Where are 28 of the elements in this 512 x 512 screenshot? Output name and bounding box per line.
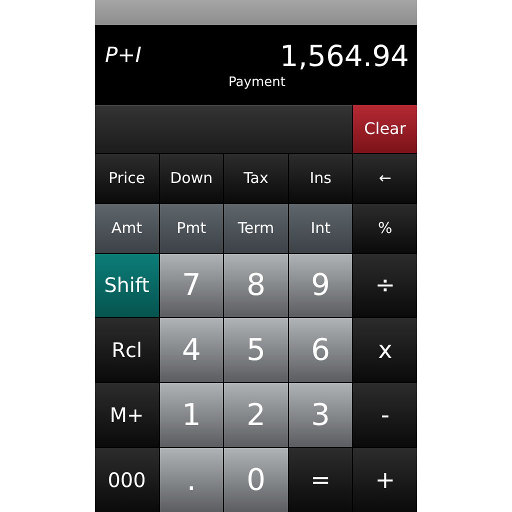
function-key[interactable]: Ins <box>288 154 352 203</box>
digit-key[interactable]: . <box>160 448 224 512</box>
digit-key[interactable]: 1 <box>160 383 224 448</box>
operator-key[interactable]: % <box>353 204 417 253</box>
function-key[interactable]: M+ <box>95 383 159 448</box>
operator-key[interactable]: + <box>353 448 417 512</box>
display-value: 1,564.94 <box>280 38 409 73</box>
digit-key[interactable]: 4 <box>160 318 224 382</box>
variable-key[interactable]: Term <box>224 204 288 253</box>
shift-key[interactable]: Shift <box>95 254 159 318</box>
digit-key[interactable]: 2 <box>224 383 288 448</box>
mode-label: P+I <box>105 42 142 69</box>
function-key[interactable]: Rcl <box>95 318 159 382</box>
operator-key[interactable]: - <box>353 383 417 448</box>
operator-key[interactable]: ← <box>353 154 417 203</box>
operator-key[interactable]: x <box>353 318 417 382</box>
clear-button[interactable]: Clear <box>353 104 417 153</box>
variable-key[interactable]: Amt <box>95 204 159 253</box>
variable-key[interactable]: Int <box>288 204 352 253</box>
function-key[interactable]: Tax <box>224 154 288 203</box>
display-label: Payment <box>228 74 286 90</box>
operator-key[interactable]: ÷ <box>353 254 417 318</box>
function-key[interactable]: 000 <box>95 448 159 512</box>
operator-key[interactable]: = <box>288 448 352 512</box>
variable-key[interactable]: Pmt <box>160 204 224 253</box>
function-key[interactable]: Down <box>160 154 224 203</box>
function-key[interactable]: Price <box>95 154 159 203</box>
digit-key[interactable]: 6 <box>288 318 352 382</box>
